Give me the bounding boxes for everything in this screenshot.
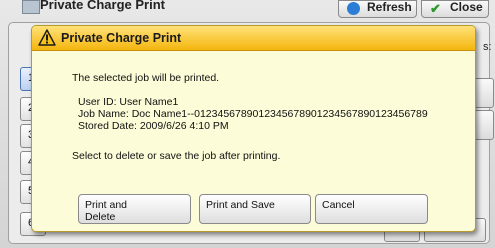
refresh-icon bbox=[347, 2, 360, 15]
print-and-save-button[interactable]: Print and Save bbox=[199, 194, 311, 224]
document-icon bbox=[22, 0, 40, 14]
close-label: Close bbox=[450, 0, 483, 14]
print-and-delete-label-line2: Delete bbox=[85, 211, 116, 223]
refresh-button[interactable]: Refresh bbox=[338, 0, 417, 18]
dialog-title: Private Charge Print bbox=[61, 31, 182, 45]
print-and-delete-label-line1: Print and bbox=[85, 199, 128, 211]
print-and-delete-button[interactable]: Print and Delete bbox=[78, 194, 191, 224]
cancel-label: Cancel bbox=[322, 199, 355, 211]
print-and-save-label: Print and Save bbox=[206, 199, 275, 211]
message-action: Select to delete or save the job after p… bbox=[72, 150, 281, 162]
background-title: Private Charge Print bbox=[40, 0, 165, 12]
private-charge-print-dialog: Private Charge Print The selected job wi… bbox=[31, 25, 476, 232]
cancel-button[interactable]: Cancel bbox=[315, 194, 428, 224]
user-id-text: User ID: User Name1 bbox=[78, 96, 179, 108]
refresh-label: Refresh bbox=[367, 0, 412, 14]
scroll-down-button[interactable] bbox=[474, 110, 494, 140]
dialog-header: Private Charge Print bbox=[32, 26, 475, 51]
scroll-up-button[interactable] bbox=[474, 78, 494, 108]
stored-date-text: Stored Date: 2009/6/26 4:10 PM bbox=[78, 120, 229, 132]
warning-icon bbox=[38, 29, 56, 46]
job-name-text: Job Name: Doc Name1--0123456789012345678… bbox=[78, 108, 428, 120]
message-intro: The selected job will be printed. bbox=[72, 72, 220, 84]
background-label-fragment: s: bbox=[483, 41, 492, 53]
close-button[interactable]: ✔ Close bbox=[421, 0, 489, 18]
checkmark-icon: ✔ bbox=[430, 1, 441, 16]
